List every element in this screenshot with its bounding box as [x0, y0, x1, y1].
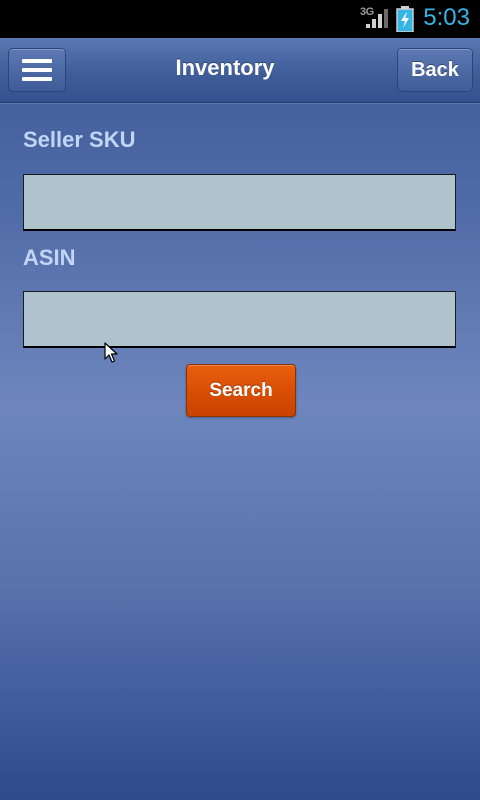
header-bar: Inventory Back — [0, 38, 480, 103]
status-bar: 3G 5:03 — [0, 0, 480, 38]
app-screen: Inventory Back Seller SKU ASIN Search — [0, 38, 480, 800]
asin-input[interactable] — [23, 291, 456, 348]
page-title: Inventory — [175, 55, 275, 80]
hamburger-menu-icon — [22, 59, 52, 81]
menu-button[interactable] — [8, 48, 66, 92]
status-time: 5:03 — [423, 4, 470, 31]
signal-icon — [366, 9, 388, 28]
seller-sku-input[interactable] — [23, 174, 456, 231]
back-button[interactable]: Back — [397, 48, 473, 92]
battery-charging-icon — [396, 6, 414, 32]
asin-label: ASIN — [23, 245, 76, 270]
mouse-pointer-icon — [104, 342, 118, 363]
seller-sku-label: Seller SKU — [23, 127, 136, 152]
search-button[interactable]: Search — [186, 364, 296, 417]
